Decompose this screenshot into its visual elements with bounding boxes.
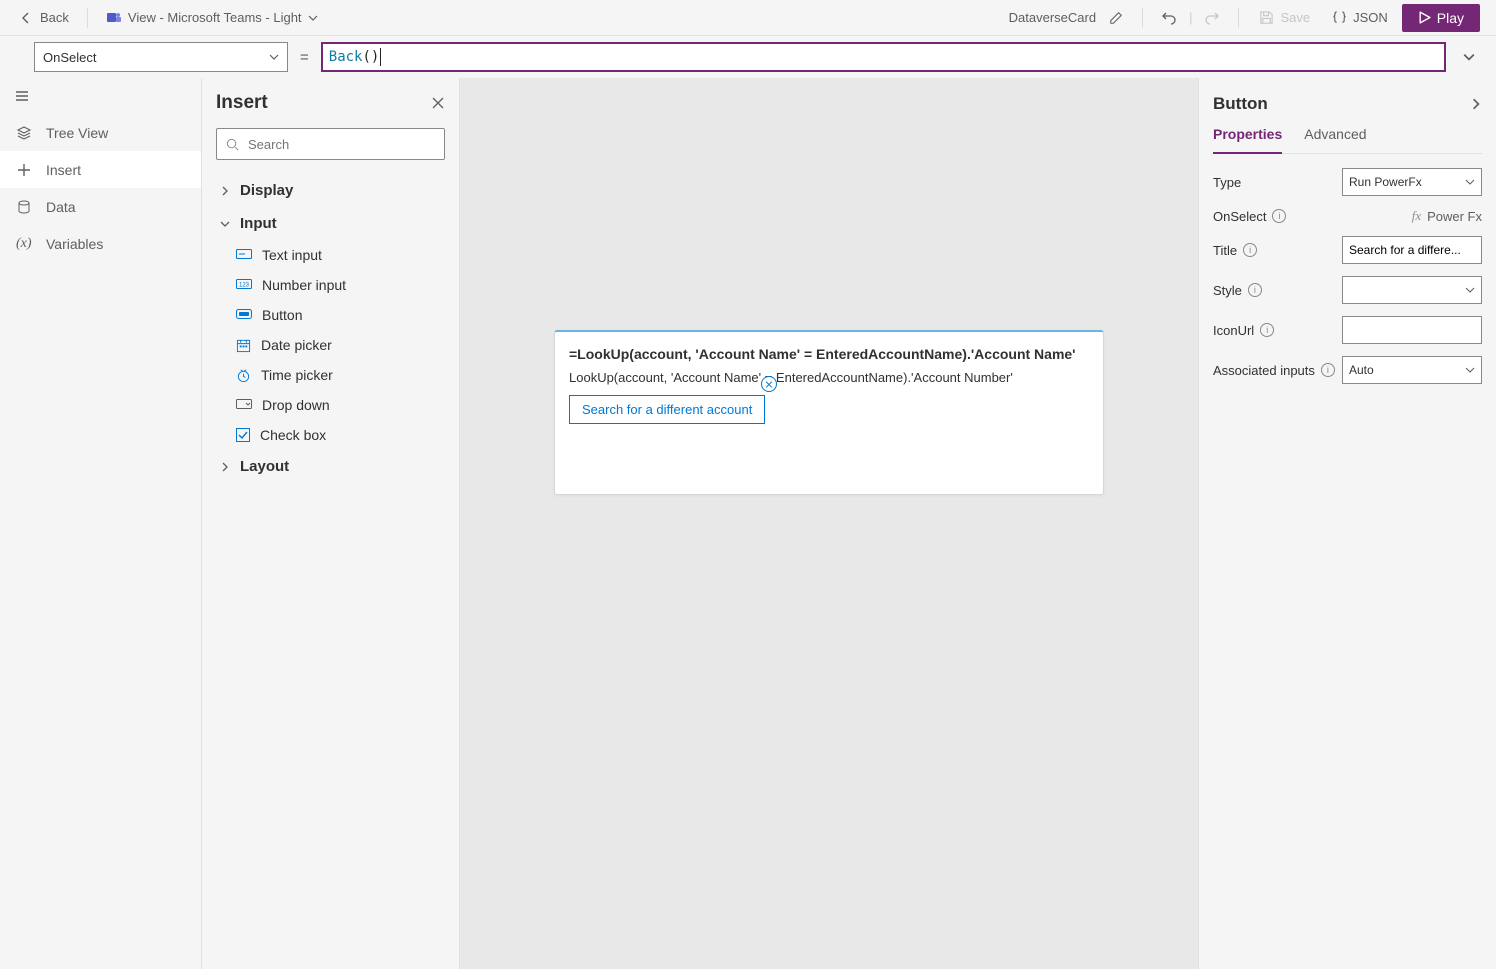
left-rail: Tree View Insert Data (x) Variables [0, 78, 202, 969]
top-bar: Back View - Microsoft Teams - Light Data… [0, 0, 1496, 36]
prop-style-select[interactable] [1342, 276, 1482, 304]
insert-number-input[interactable]: 123 Number input [216, 270, 445, 300]
close-panel-button[interactable] [431, 96, 445, 110]
insert-date-picker[interactable]: Date picker [216, 330, 445, 360]
insert-checkbox[interactable]: Check box [216, 420, 445, 450]
category-display[interactable]: Display [216, 174, 445, 207]
property-select[interactable]: OnSelect [34, 42, 288, 72]
database-icon [16, 199, 32, 215]
card-title-text[interactable]: =LookUp(account, 'Account Name' = Entere… [569, 346, 1089, 362]
search-icon [225, 137, 240, 152]
text-input-icon [236, 249, 252, 261]
chevron-down-icon [1465, 177, 1475, 187]
formula-bar: OnSelect = Back() [0, 36, 1496, 78]
checkbox-icon [236, 428, 250, 442]
chevron-right-icon [220, 186, 230, 196]
tab-properties[interactable]: Properties [1213, 126, 1282, 154]
card-action-button[interactable]: Search for a different account [569, 395, 765, 424]
chevron-down-icon [308, 13, 318, 23]
card-subtitle-text[interactable]: LookUp(account, 'Account Name' = Entered… [569, 370, 1089, 385]
edit-name-icon[interactable] [1102, 4, 1130, 32]
rail-item-tree[interactable]: Tree View [0, 114, 201, 151]
prop-assoc-label: Associated inputsi [1213, 363, 1335, 378]
properties-heading: Button [1213, 94, 1268, 114]
layers-icon [16, 125, 32, 141]
design-canvas[interactable]: =LookUp(account, 'Account Name' = Entere… [460, 78, 1198, 969]
chevron-down-icon [1463, 51, 1475, 63]
rail-hamburger[interactable] [0, 78, 201, 114]
card-preview[interactable]: =LookUp(account, 'Account Name' = Entere… [554, 330, 1104, 495]
category-layout[interactable]: Layout [216, 450, 445, 483]
insert-search[interactable] [216, 128, 445, 160]
insert-text-input[interactable]: Text input [216, 240, 445, 270]
chevron-down-icon [269, 52, 279, 62]
theme-switcher[interactable]: View - Microsoft Teams - Light [98, 6, 326, 30]
plus-icon [16, 162, 32, 178]
variables-icon: (x) [16, 236, 32, 252]
category-input[interactable]: Input [216, 207, 445, 240]
info-icon[interactable]: i [1248, 283, 1262, 297]
redo-icon [1204, 10, 1220, 26]
prop-type-select[interactable]: Run PowerFx [1342, 168, 1482, 196]
hamburger-icon [14, 88, 30, 104]
arrow-left-icon [18, 10, 34, 26]
dropdown-icon [236, 399, 252, 411]
prop-title-input[interactable] [1342, 236, 1482, 264]
insert-dropdown[interactable]: Drop down [216, 390, 445, 420]
chevron-down-icon [1465, 285, 1475, 295]
back-button[interactable]: Back [10, 6, 77, 30]
insert-search-input[interactable] [248, 137, 436, 152]
theme-label: View - Microsoft Teams - Light [128, 10, 302, 25]
teams-icon [106, 10, 122, 26]
prop-onselect-value[interactable]: fx Power Fx [1412, 208, 1482, 224]
redo-button [1198, 4, 1226, 32]
json-icon [1332, 10, 1347, 25]
properties-panel: Button Properties Advanced Type Run Powe… [1198, 78, 1496, 969]
selection-indicator-icon[interactable] [761, 376, 777, 392]
number-input-icon: 123 [236, 279, 252, 291]
rail-item-insert[interactable]: Insert [0, 151, 201, 188]
insert-heading: Insert [216, 92, 268, 114]
play-icon [1418, 11, 1431, 24]
formula-input[interactable]: Back() [321, 42, 1446, 72]
close-icon [431, 96, 445, 110]
chevron-down-icon [1465, 365, 1475, 375]
svg-text:123: 123 [239, 283, 250, 289]
prop-title-label: Titlei [1213, 243, 1257, 258]
insert-button[interactable]: Button [216, 300, 445, 330]
prop-iconurl-label: IconUrli [1213, 323, 1274, 338]
undo-icon [1161, 10, 1177, 26]
info-icon[interactable]: i [1321, 363, 1335, 377]
insert-panel: Insert Display Input Text input 123 Numb… [202, 78, 460, 969]
play-button[interactable]: Play [1402, 4, 1480, 32]
info-icon[interactable]: i [1243, 243, 1257, 257]
back-label: Back [40, 10, 69, 25]
save-button: Save [1251, 6, 1318, 29]
rail-item-variables[interactable]: (x) Variables [0, 225, 201, 262]
prop-type-label: Type [1213, 175, 1241, 190]
prop-iconurl-input[interactable] [1342, 316, 1482, 344]
clock-icon [236, 368, 251, 383]
rail-item-data[interactable]: Data [0, 188, 201, 225]
fx-icon: fx [1412, 208, 1421, 224]
info-icon[interactable]: i [1260, 323, 1274, 337]
json-button[interactable]: JSON [1324, 6, 1396, 29]
prop-onselect-label: OnSelecti [1213, 209, 1286, 224]
chevron-right-icon [220, 462, 230, 472]
equals-sign: = [298, 49, 311, 66]
prop-style-label: Stylei [1213, 283, 1262, 298]
chevron-right-icon[interactable] [1470, 98, 1482, 110]
prop-assoc-select[interactable]: Auto [1342, 356, 1482, 384]
info-icon[interactable]: i [1272, 209, 1286, 223]
calendar-icon [236, 338, 251, 353]
undo-button[interactable] [1155, 4, 1183, 32]
button-icon [236, 309, 252, 321]
card-name: DataverseCard [1009, 4, 1130, 32]
tab-advanced[interactable]: Advanced [1304, 126, 1366, 153]
insert-time-picker[interactable]: Time picker [216, 360, 445, 390]
save-icon [1259, 10, 1274, 25]
chevron-down-icon [220, 219, 230, 229]
formula-expand[interactable] [1456, 42, 1482, 72]
